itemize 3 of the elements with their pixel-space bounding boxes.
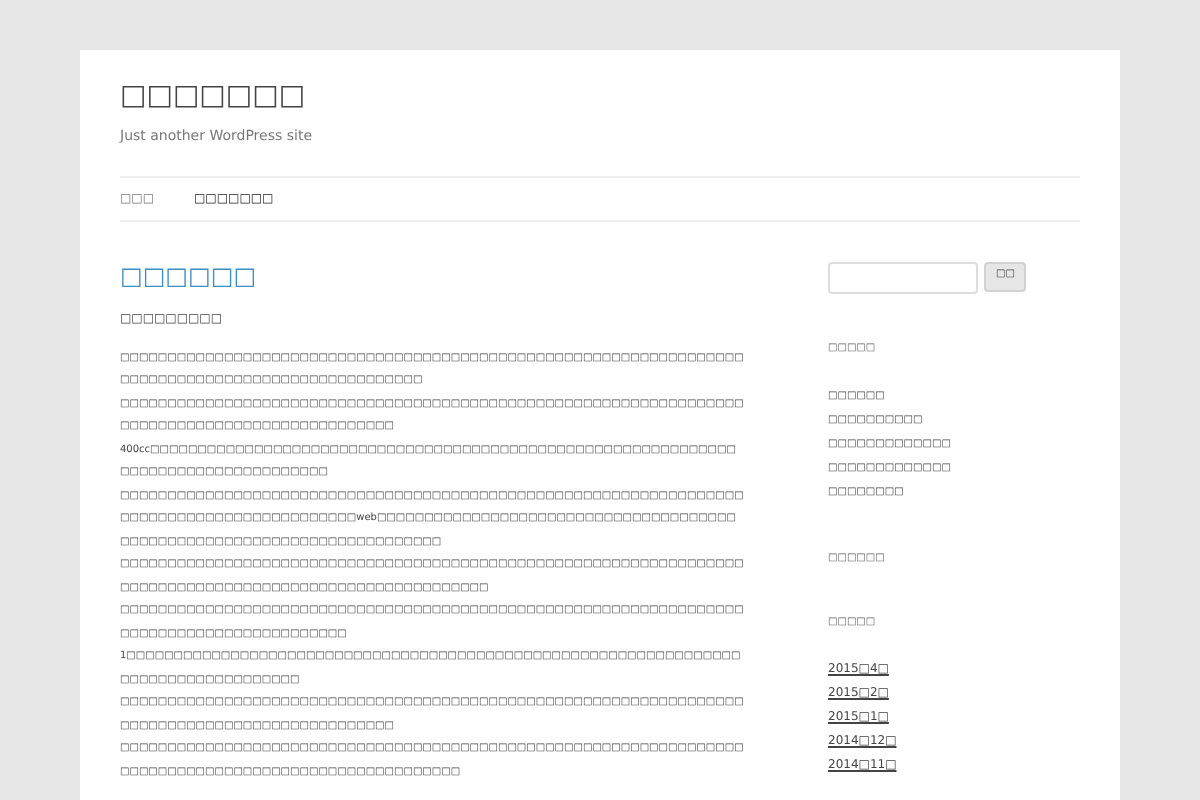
site-title[interactable]: □□□□□□□: [120, 78, 1080, 114]
post-title[interactable]: □□□□□□: [120, 261, 744, 289]
search-field[interactable]: [828, 261, 978, 293]
